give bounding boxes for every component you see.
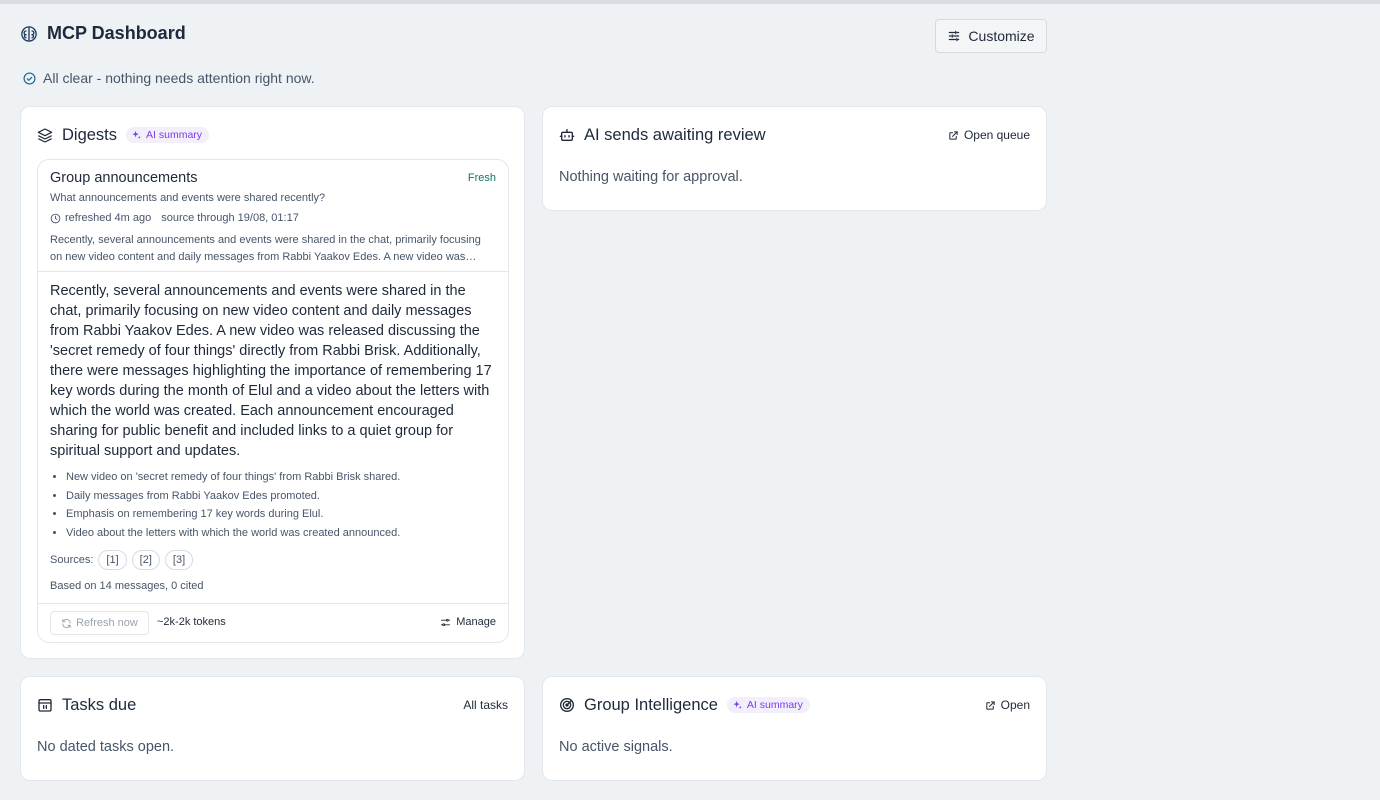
customize-button[interactable]: Customize (935, 19, 1047, 53)
dashboard-header: MCP Dashboard Customize (20, 19, 1047, 53)
digest-item: Group announcements Fresh What announcem… (37, 159, 509, 643)
digests-card-header: Digests AI summary (37, 125, 508, 145)
bullet-item: New video on 'secret remedy of four thin… (66, 468, 496, 487)
clock-icon (50, 213, 61, 223)
bullet-item: Emphasis on remembering 17 key words dur… (66, 505, 496, 524)
ai-sends-header: AI sends awaiting review Open queue (559, 125, 1030, 145)
ai-sends-empty: Nothing waiting for approval. (559, 169, 743, 185)
tasks-header: Tasks due All tasks (37, 695, 508, 715)
sparkles-icon (132, 130, 141, 139)
check-circle-icon (23, 71, 36, 85)
source-chip-2[interactable]: [2] (131, 550, 160, 570)
digest-bullets: New video on 'secret remedy of four thin… (66, 468, 496, 543)
window-top-border (0, 0, 1380, 4)
refresh-now-button[interactable]: Refresh now (50, 611, 149, 635)
refresh-icon (62, 618, 71, 628)
group-intelligence-title: Group Intelligence (584, 695, 718, 714)
ai-summary-label: AI summary (746, 699, 803, 711)
source-chip-3[interactable]: [3] (164, 550, 194, 570)
calendar-icon (38, 699, 52, 712)
layers-icon (37, 128, 53, 143)
digest-summary: Recently, several announcements and even… (50, 283, 492, 459)
sources-row: Sources: [1] [2] [3] (50, 550, 194, 570)
freshness-badge: Fresh (467, 172, 496, 184)
sources-label: Sources: (50, 554, 94, 566)
group-intelligence-empty: No active signals. (559, 739, 673, 755)
radar-icon (560, 698, 574, 712)
group-intelligence-header: Group Intelligence AI summary Open (559, 695, 1030, 715)
sparkles-icon (733, 700, 742, 709)
tasks-title: Tasks due (62, 695, 137, 714)
ai-summary-badge: AI summary (126, 127, 210, 143)
customize-label: Customize (968, 28, 1035, 44)
ai-sends-title: AI sends awaiting review (584, 125, 766, 144)
bot-icon (559, 129, 575, 141)
open-queue-link[interactable]: Open queue (948, 128, 1030, 142)
sliders-icon (949, 30, 960, 42)
digest-meta: refreshed 4m ago source through 19/08, 0… (50, 212, 299, 224)
tasks-empty: No dated tasks open. (37, 739, 175, 755)
bullet-item: Video about the letters with which the w… (66, 524, 496, 543)
based-on-text: Based on 14 messages, 0 cited (50, 580, 204, 592)
all-tasks-link[interactable]: All tasks (463, 698, 508, 712)
status-text: All clear - nothing needs attention righ… (43, 70, 315, 86)
open-label: Open (1000, 698, 1030, 712)
source-chip-1[interactable]: [1] (98, 550, 127, 570)
open-link[interactable]: Open (985, 698, 1030, 712)
refresh-label: Refresh now (76, 617, 138, 629)
group-intelligence-card: Group Intelligence AI summary Open No ac… (542, 676, 1047, 781)
token-estimate: ~2k-2k tokens (157, 616, 226, 628)
page-title: MCP Dashboard (47, 23, 186, 43)
manage-link[interactable]: Manage (440, 616, 496, 628)
digest-item-header[interactable]: Group announcements Fresh What announcem… (38, 160, 508, 272)
tasks-card: Tasks due All tasks No dated tasks open. (20, 676, 525, 781)
manage-label: Manage (456, 616, 496, 628)
digests-card: Digests AI summary Group announcements F… (20, 106, 525, 659)
digest-question: What announcements and events were share… (50, 192, 326, 204)
digest-name: Group announcements (50, 170, 198, 186)
settings-sliders-icon (441, 618, 451, 626)
title-group: MCP Dashboard (20, 23, 186, 44)
external-link-icon (985, 700, 995, 710)
digest-preview: Recently, several announcements and even… (50, 234, 481, 263)
status-message: All clear - nothing needs attention righ… (23, 70, 315, 86)
source-through: source through 19/08, 01:17 (161, 212, 299, 224)
digests-title: Digests (62, 125, 118, 144)
ai-sends-card: AI sends awaiting review Open queue Noth… (542, 106, 1047, 211)
brain-icon (21, 25, 37, 42)
refreshed-time: refreshed 4m ago (65, 212, 152, 224)
open-queue-label: Open queue (963, 128, 1030, 142)
ai-summary-badge: AI summary (726, 697, 810, 713)
external-link-icon (949, 130, 958, 140)
all-tasks-label: All tasks (463, 698, 508, 712)
bullet-item: Daily messages from Rabbi Yaakov Edes pr… (66, 487, 496, 506)
digest-footer: Refresh now ~2k-2k tokens Manage (38, 603, 508, 642)
ai-summary-label: AI summary (146, 129, 203, 141)
